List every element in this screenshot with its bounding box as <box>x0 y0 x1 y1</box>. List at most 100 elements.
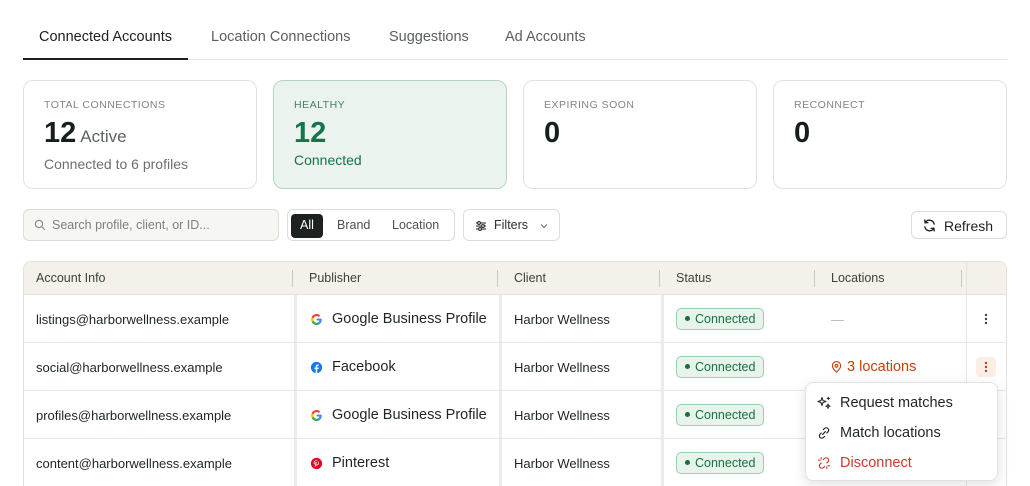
unlink-icon <box>817 456 831 470</box>
locations-cell: — <box>831 295 844 343</box>
column-header-client[interactable]: Client <box>514 271 546 285</box>
stat-subtext: Connected to 6 profiles <box>44 156 188 172</box>
pinterest-icon <box>310 457 323 469</box>
status-cell: Connected <box>676 343 765 391</box>
stat-label: EXPIRING SOON <box>544 99 635 111</box>
column-resize-handle[interactable] <box>814 270 815 287</box>
status-badge: Connected <box>676 356 765 378</box>
column-header-account-info[interactable]: Account Info <box>36 271 106 285</box>
filters-label: Filters <box>494 218 529 232</box>
tab-location-connections[interactable]: Location Connections <box>195 18 366 60</box>
stat-card-total: TOTAL CONNECTIONS 12 Active Connected to … <box>23 80 257 189</box>
account-email: profiles@harborwellness.example <box>36 407 232 423</box>
menu-item-request-matches[interactable]: Request matches <box>816 392 953 414</box>
stat-label: RECONNECT <box>794 99 866 111</box>
segment-location[interactable]: Location <box>383 214 448 238</box>
column-resize-handle[interactable] <box>659 270 660 287</box>
row-actions-button[interactable] <box>976 309 996 329</box>
column-header-locations[interactable]: Locations <box>831 271 885 285</box>
publisher-cell: Google Business Profile <box>310 295 487 343</box>
stat-value: 0 <box>544 117 561 149</box>
stat-label: HEALTHY <box>294 99 346 111</box>
chevron-down-icon <box>540 224 548 229</box>
link-icon <box>818 427 830 439</box>
refresh-label: Refresh <box>944 218 994 234</box>
column-header-publisher[interactable]: Publisher <box>309 271 361 285</box>
connected-accounts-page: Connected Accounts Location Connections … <box>0 0 1030 486</box>
status-cell: Connected <box>676 439 765 486</box>
status-cell: Connected <box>676 295 765 343</box>
search-placeholder: Search profile, client, or ID... <box>52 218 210 232</box>
tab-connected-accounts[interactable]: Connected Accounts <box>23 18 189 60</box>
locations-empty: — <box>831 311 844 327</box>
table-header: Account Info Publisher Client Status Loc… <box>24 262 1006 295</box>
publisher-cell: Pinterest <box>310 439 389 486</box>
stat-value: 0 <box>794 117 811 149</box>
sparkle-icon <box>817 396 831 409</box>
more-vertical-icon <box>984 313 988 325</box>
google-icon <box>311 409 322 421</box>
menu-item-disconnect[interactable]: Disconnect <box>816 452 912 474</box>
search-icon <box>34 219 46 231</box>
column-resize-handle[interactable] <box>961 270 962 287</box>
status-label: Connected <box>695 456 756 470</box>
account-email: listings@harborwellness.example <box>36 311 230 327</box>
client-name: Harbor Wellness <box>514 311 610 327</box>
publisher-name: Google Business Profile <box>332 311 487 327</box>
segment-brand[interactable]: Brand <box>328 214 379 238</box>
column-resize-handle[interactable] <box>292 270 293 287</box>
status-dot <box>685 316 690 322</box>
locations-link[interactable]: 3 locations <box>831 359 916 375</box>
publisher-name: Facebook <box>332 359 396 375</box>
account-email: social@harborwellness.example <box>36 359 223 375</box>
menu-item-label: Match locations <box>840 425 941 441</box>
status-label: Connected <box>695 360 756 374</box>
stat-card-healthy: HEALTHY 12 Connected <box>273 80 507 189</box>
status-label: Connected <box>695 408 756 422</box>
row-actions-button[interactable] <box>976 357 996 377</box>
status-label: Connected <box>695 312 756 326</box>
refresh-icon <box>924 219 935 232</box>
stat-subtext: Connected <box>294 152 362 168</box>
status-dot <box>685 460 690 466</box>
tab-bar: Connected Accounts Location Connections … <box>23 18 1007 60</box>
column-header-status[interactable]: Status <box>676 271 711 285</box>
google-icon <box>311 313 322 325</box>
table-row[interactable]: listings@harborwellness.example Google B… <box>24 295 1006 343</box>
tab-suggestions[interactable]: Suggestions <box>373 18 485 60</box>
publisher-cell: Facebook <box>310 343 396 391</box>
menu-item-label: Request matches <box>840 395 953 411</box>
status-cell: Connected <box>676 391 765 439</box>
status-badge: Connected <box>676 404 765 426</box>
client-name: Harbor Wellness <box>514 359 610 375</box>
publisher-cell: Google Business Profile <box>310 391 487 439</box>
column-resize-handle[interactable] <box>497 270 498 287</box>
stat-card-expiring: EXPIRING SOON 0 <box>523 80 757 189</box>
client-name: Harbor Wellness <box>514 455 610 471</box>
client-name: Harbor Wellness <box>514 407 610 423</box>
menu-item-label: Disconnect <box>840 455 912 471</box>
row-actions-menu: Request matches Match locations Disconne… <box>805 382 998 481</box>
account-email: content@harborwellness.example <box>36 455 233 471</box>
column-divider <box>966 262 967 295</box>
search-input[interactable]: Search profile, client, or ID... <box>23 209 279 241</box>
menu-item-match-locations[interactable]: Match locations <box>816 422 941 444</box>
tab-ad-accounts[interactable]: Ad Accounts <box>489 18 602 60</box>
account-type-segmented-control: All Brand Location <box>287 209 455 241</box>
status-dot <box>685 412 690 418</box>
stat-label: TOTAL CONNECTIONS <box>44 99 166 111</box>
refresh-button[interactable]: Refresh <box>911 211 1007 239</box>
filters-button[interactable]: Filters <box>463 209 560 241</box>
more-vertical-icon <box>984 361 988 373</box>
facebook-icon <box>310 361 323 373</box>
stat-card-reconnect: RECONNECT 0 <box>773 80 1007 189</box>
status-badge: Connected <box>676 452 765 474</box>
status-dot <box>685 364 690 370</box>
publisher-name: Google Business Profile <box>332 407 487 423</box>
segment-all[interactable]: All <box>291 214 323 238</box>
stat-suffix: Active <box>80 127 127 146</box>
filter-sliders-icon <box>476 221 486 231</box>
stat-value: 12 Active <box>44 117 236 153</box>
map-pin-icon <box>831 361 842 373</box>
stat-value: 12 <box>294 117 327 149</box>
